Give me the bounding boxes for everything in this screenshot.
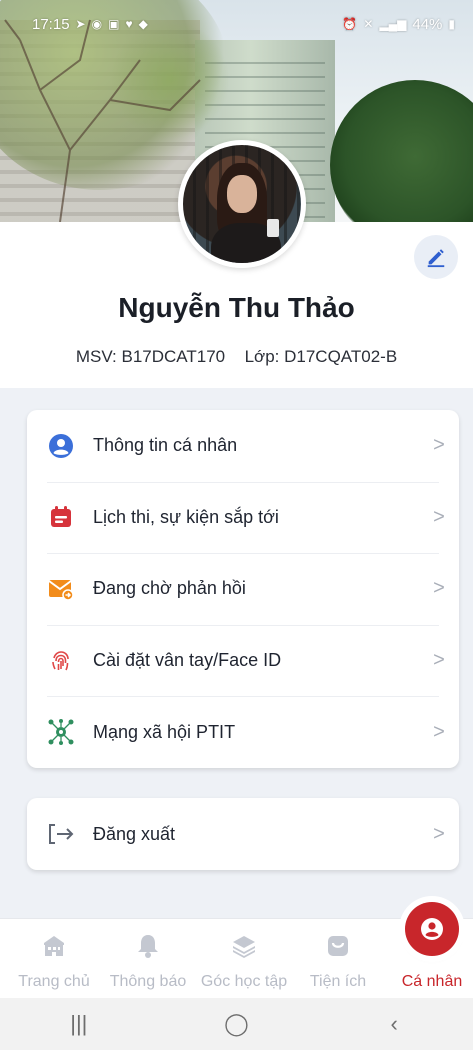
avatar-face <box>227 175 257 213</box>
active-profile-tab-button[interactable] <box>405 902 459 956</box>
status-bar: 17:15 ➤ ◉ ▣ ♥ ◆ ⏰ ✕ ▂▄▆ 44% ▮ <box>0 0 473 48</box>
tab-label: Thông báo <box>109 973 187 990</box>
status-left: 17:15 ➤ ◉ ▣ ♥ ◆ <box>32 16 148 33</box>
logout-card: Đăng xuất > <box>27 798 459 870</box>
bell-icon <box>136 933 160 959</box>
heart-icon: ♥ <box>125 17 133 31</box>
layers-icon <box>231 933 257 959</box>
menu-item-label: Thông tin cá nhân <box>93 435 238 456</box>
class-value: D17CQAT02-B <box>284 347 398 366</box>
profile-menu-card: Thông tin cá nhân > Lịch thi, sự kiện sắ… <box>27 410 459 768</box>
tab-label: Tiện ích <box>309 973 367 990</box>
menu-item-label: Cài đặt vân tay/Face ID <box>93 650 282 671</box>
chevron-right-icon: > <box>433 649 445 672</box>
menu-item-schedule[interactable]: Lịch thi, sự kiện sắp tới > <box>27 481 459 554</box>
alarm-icon: ⏰ <box>342 17 358 31</box>
mute-icon: ✕ <box>363 17 374 31</box>
tab-label: Góc học tập <box>200 973 288 990</box>
battery-percent: 44% <box>412 15 443 33</box>
user-icon <box>421 918 443 940</box>
chevron-right-icon: > <box>433 505 445 528</box>
profile-meta: MSV: B17DCAT170 Lớp: D17CQAT02-B <box>0 347 473 367</box>
user-circle-icon <box>47 432 75 460</box>
home-building-icon <box>41 933 67 959</box>
chevron-right-icon: > <box>433 434 445 457</box>
tab-label: Trang chủ <box>18 973 90 990</box>
status-right: ⏰ ✕ ▂▄▆ 44% ▮ <box>342 16 455 33</box>
tab-utilities[interactable]: Tiện ích <box>300 919 376 999</box>
tab-home[interactable]: Trang chủ <box>12 919 96 999</box>
edit-profile-button[interactable] <box>414 235 458 279</box>
chevron-right-icon: > <box>433 577 445 600</box>
logout-label: Đăng xuất <box>93 823 176 844</box>
tab-study-corner[interactable]: Góc học tập <box>196 919 292 999</box>
messenger-icon: ◉ <box>91 17 103 31</box>
fingerprint-icon <box>47 647 75 675</box>
logout-icon <box>47 820 75 848</box>
tab-label: Cá nhân <box>401 973 463 990</box>
chevron-right-icon: > <box>433 822 445 845</box>
menu-item-label: Lịch thi, sự kiện sắp tới <box>93 506 279 527</box>
calendar-icon <box>47 503 75 531</box>
status-time: 17:15 <box>32 15 70 33</box>
avatar-phone <box>267 219 279 237</box>
profile-content: Thông tin cá nhân > Lịch thi, sự kiện sắ… <box>0 388 473 918</box>
menu-item-personal-info[interactable]: Thông tin cá nhân > <box>27 410 459 482</box>
signal-icon: ▂▄▆ <box>379 17 407 31</box>
logout-button[interactable]: Đăng xuất > <box>27 798 459 870</box>
avatar[interactable] <box>178 140 306 268</box>
bag-icon <box>325 933 351 959</box>
chevron-right-icon: > <box>433 720 445 743</box>
gallery-icon: ▣ <box>108 17 120 31</box>
profile-name: Nguyễn Thu Thảo <box>118 292 355 323</box>
menu-item-social-network[interactable]: Mạng xã hội PTIT > <box>27 696 459 768</box>
app-notification-icon: ◆ <box>138 17 148 31</box>
msv-label: MSV: <box>75 347 117 366</box>
network-icon <box>47 718 75 746</box>
bottom-navigation: Trang chủ Thông báo Góc học tập Tiện ích… <box>0 918 473 998</box>
menu-item-label: Đang chờ phản hồi <box>93 578 246 599</box>
class-label: Lớp: <box>244 347 280 366</box>
recent-apps-icon[interactable]: ||| <box>49 1011 109 1037</box>
back-icon[interactable]: ‹ <box>364 1011 424 1037</box>
home-icon[interactable]: ◯ <box>206 1011 266 1037</box>
mail-reply-icon <box>47 575 75 603</box>
msv-value: B17DCAT170 <box>121 347 226 366</box>
menu-item-label: Mạng xã hội PTIT <box>93 721 236 742</box>
tab-notifications[interactable]: Thông báo <box>105 919 191 999</box>
pencil-icon <box>427 249 445 268</box>
menu-item-pending-feedback[interactable]: Đang chờ phản hồi > <box>27 553 459 625</box>
telegram-icon: ➤ <box>75 17 86 31</box>
battery-icon: ▮ <box>448 17 455 31</box>
menu-item-fingerprint[interactable]: Cài đặt vân tay/Face ID > <box>27 624 459 697</box>
system-navigation-bar: ||| ◯ ‹ <box>0 998 473 1050</box>
